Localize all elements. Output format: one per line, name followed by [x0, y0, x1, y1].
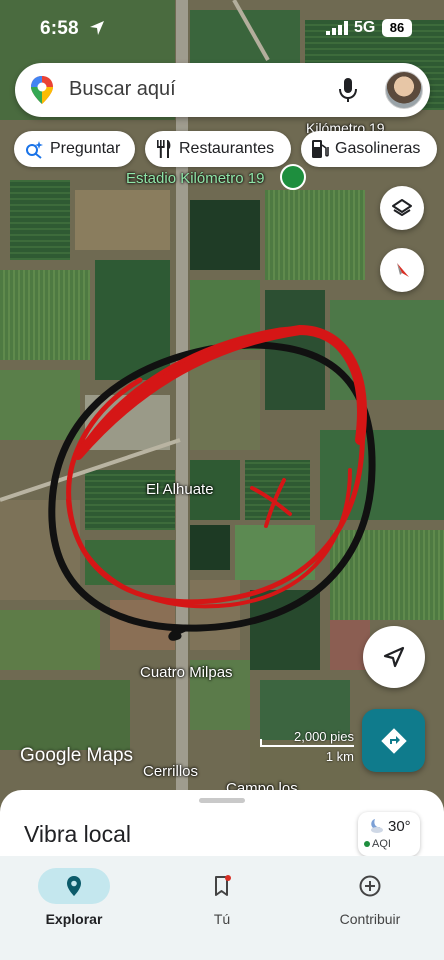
scale-imperial: 2,000 pies	[294, 729, 354, 744]
chip-ask[interactable]: Preguntar	[14, 131, 135, 167]
map-label-cerrillos[interactable]: Cerrillos	[143, 763, 198, 780]
chip-gas-label: Gasolineras	[335, 140, 421, 157]
weather-widget[interactable]: 30° AQI	[358, 812, 420, 856]
moon-cloud-icon	[371, 819, 383, 833]
profile-avatar[interactable]	[385, 71, 423, 109]
chip-gas-stations[interactable]: Gasolineras	[301, 131, 437, 167]
sparkle-search-icon	[26, 141, 43, 159]
microphone-icon[interactable]	[337, 77, 359, 103]
nav-explore[interactable]: Explorar	[4, 862, 144, 932]
aqi-status-dot	[364, 841, 370, 847]
battery-level: 86	[382, 19, 412, 37]
google-maps-logo: Google Maps	[20, 745, 134, 766]
directions-icon	[380, 727, 407, 754]
bottom-navigation: Explorar Tú Contribuir	[0, 856, 444, 960]
nav-you[interactable]: Tú	[152, 862, 292, 932]
status-time: 6:58	[40, 18, 79, 39]
compass-icon	[397, 263, 409, 277]
layers-icon	[392, 199, 412, 216]
network-type: 5G	[354, 19, 376, 36]
location-pin-icon	[67, 876, 81, 896]
sheet-drag-handle[interactable]	[199, 798, 245, 803]
add-circle-icon	[359, 875, 381, 897]
sheet-title: Vibra local	[24, 821, 131, 847]
compass-button[interactable]	[380, 248, 424, 292]
navigation-arrow-icon	[383, 646, 405, 668]
location-arrow-icon	[90, 21, 104, 35]
my-location-button[interactable]	[363, 626, 425, 688]
signal-icon	[326, 21, 348, 35]
nav-explore-label: Explorar	[45, 911, 103, 927]
maps-screen: Kilómetro 19 Estadio Kilómetro 19 El Alh…	[0, 0, 444, 960]
scale-metric: 1 km	[325, 749, 354, 764]
directions-button[interactable]	[362, 709, 425, 772]
map-label-el-alhuate[interactable]: El Alhuate	[146, 481, 214, 498]
gas-pump-icon	[312, 140, 329, 158]
nav-contribute-label: Contribuir	[339, 911, 401, 927]
weather-temperature: 30°	[388, 818, 411, 835]
fork-knife-icon	[157, 140, 171, 158]
stadium-pin-icon[interactable]	[280, 164, 306, 190]
nav-you-label: Tú	[213, 911, 231, 927]
google-maps-pin-icon	[31, 76, 53, 104]
chip-ask-label: Preguntar	[50, 140, 121, 157]
scale-tick	[260, 739, 262, 747]
search-bar[interactable]: Buscar aquí	[15, 63, 430, 117]
map-label-stadium[interactable]: Estadio Kilómetro 19	[126, 170, 264, 187]
status-bar: 6:58 5G 86	[0, 0, 444, 56]
layers-button[interactable]	[380, 186, 424, 230]
scale-line	[260, 745, 354, 747]
map-scale: 2,000 pies 1 km	[260, 729, 354, 769]
aqi-label: AQI	[372, 838, 391, 850]
bookmark-icon	[215, 875, 231, 896]
map-label-cuatro-milpas[interactable]: Cuatro Milpas	[140, 664, 233, 681]
nav-contribute[interactable]: Contribuir	[300, 862, 440, 932]
chip-restaurants[interactable]: Restaurantes	[145, 131, 291, 167]
search-input[interactable]: Buscar aquí	[69, 78, 176, 101]
chip-restaurants-label: Restaurantes	[179, 140, 275, 157]
